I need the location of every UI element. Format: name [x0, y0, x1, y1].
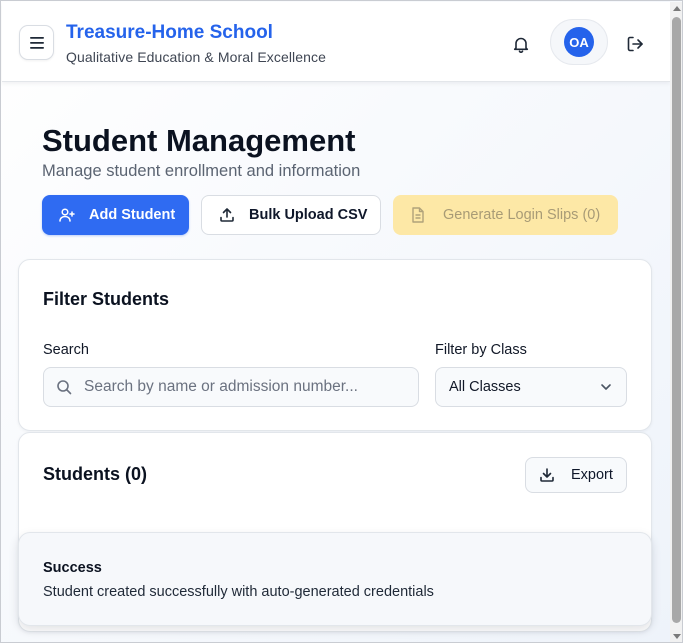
- class-filter-label: Filter by Class: [435, 342, 527, 358]
- scroll-up-arrow-icon[interactable]: [673, 6, 681, 11]
- success-toast[interactable]: Success Student created successfully wit…: [18, 532, 652, 626]
- search-field[interactable]: [43, 367, 419, 407]
- chevron-down-icon: [600, 383, 612, 391]
- search-icon: [56, 379, 72, 395]
- add-student-label: Add Student: [89, 207, 176, 223]
- logout-button[interactable]: [621, 30, 649, 58]
- school-tagline: Qualitative Education & Moral Excellence: [66, 49, 327, 65]
- toast-message: Student created successfully with auto-g…: [43, 584, 434, 600]
- avatar: OA: [564, 27, 594, 57]
- page-title: Student Management: [42, 123, 356, 158]
- generate-login-slips-button[interactable]: Generate Login Slips (0): [393, 195, 618, 235]
- bulk-upload-label: Bulk Upload CSV: [249, 207, 368, 223]
- scrollbar-thumb[interactable]: [672, 17, 681, 623]
- user-plus-icon: [59, 207, 75, 223]
- export-label: Export: [571, 467, 613, 483]
- students-card-title: Students (0): [43, 464, 148, 484]
- class-filter-value: All Classes: [449, 379, 521, 395]
- upload-icon: [219, 207, 235, 223]
- generate-login-slips-label: Generate Login Slips (0): [443, 207, 601, 223]
- logout-icon: [627, 36, 644, 52]
- toast-title: Success: [43, 560, 102, 576]
- scroll-down-arrow-icon[interactable]: [673, 634, 681, 639]
- app-window: Treasure-Home School Qualitative Educati…: [0, 0, 683, 643]
- vertical-scrollbar[interactable]: [670, 2, 682, 642]
- class-filter-select[interactable]: All Classes: [435, 367, 627, 407]
- bulk-upload-button[interactable]: Bulk Upload CSV: [201, 195, 381, 235]
- bell-icon: [513, 36, 529, 53]
- download-icon: [539, 467, 555, 483]
- search-input[interactable]: [84, 378, 404, 396]
- add-student-button[interactable]: Add Student: [42, 195, 189, 235]
- notifications-button[interactable]: [507, 30, 535, 58]
- export-button[interactable]: Export: [525, 457, 627, 493]
- menu-icon: [29, 36, 44, 49]
- filter-card-title: Filter Students: [43, 289, 170, 309]
- filter-card: Filter Students Search Filter by Class A…: [18, 259, 652, 431]
- menu-button[interactable]: [19, 25, 54, 60]
- top-header: Treasure-Home School Qualitative Educati…: [2, 2, 670, 82]
- document-icon: [411, 207, 427, 223]
- page-subtitle: Manage student enrollment and informatio…: [42, 162, 361, 180]
- search-label: Search: [43, 342, 89, 358]
- school-name: Treasure-Home School: [66, 22, 273, 43]
- user-menu-button[interactable]: OA: [550, 19, 608, 65]
